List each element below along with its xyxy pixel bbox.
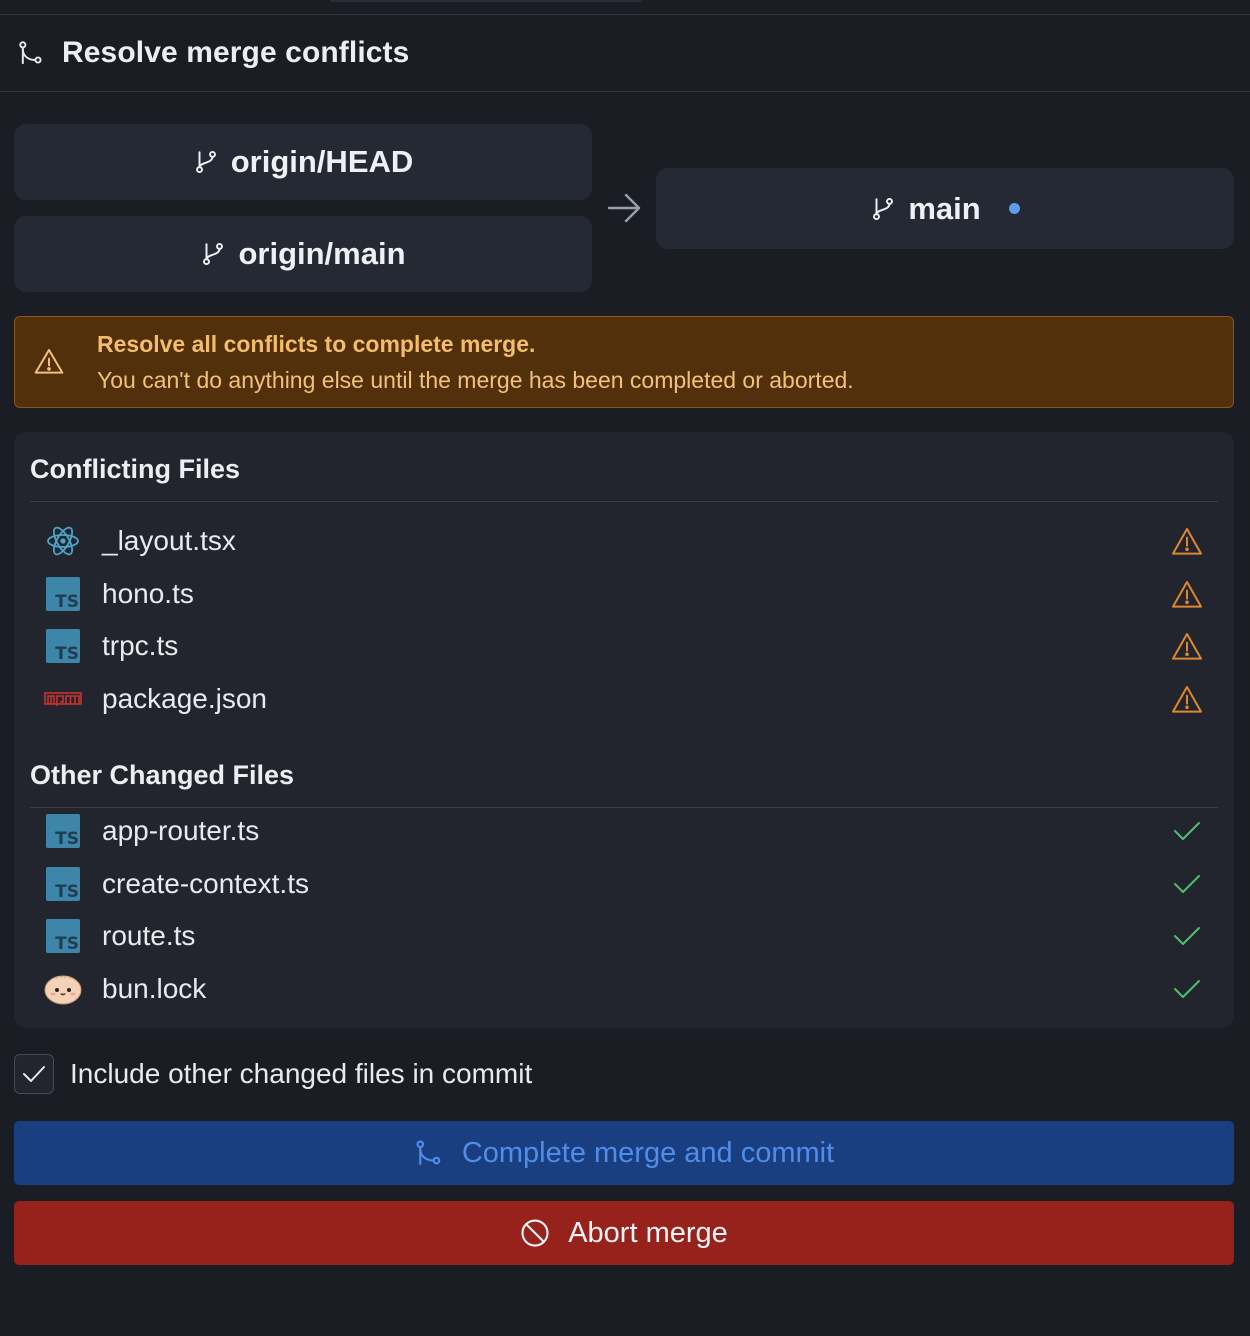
typescript-icon: TS [44,917,82,955]
file-name: _layout.tsx [102,525,236,556]
typescript-icon: TS [44,865,82,903]
divider [30,501,1218,502]
conflict-file-row[interactable]: _layout.tsx [44,521,1204,561]
conflicting-files-title: Conflicting Files [30,454,241,484]
window-top-handle [330,0,642,2]
check-icon [1170,814,1204,848]
branch-label: origin/HEAD [230,144,414,179]
svg-text:TS: TS [55,882,79,901]
git-branch-icon [870,195,898,223]
check-icon [1170,919,1204,953]
file-name: package.json [102,683,268,714]
merge-warning-banner: Resolve all conflicts to complete merge.… [14,316,1234,408]
abort-merge-button[interactable]: Abort merge [14,1201,1234,1265]
svg-text:TS: TS [55,592,79,611]
branch-label: main [908,190,981,226]
check-icon [1170,972,1204,1006]
files-panel: Conflicting Files _layout.tsx TS hono.ts [14,432,1234,1028]
complete-merge-button[interactable]: Complete merge and commit [14,1121,1234,1185]
target-branch-main: main [656,168,1234,249]
other-files-title: Other Changed Files [30,760,295,790]
git-merge-icon [16,38,46,68]
complete-merge-label: Complete merge and commit [461,1136,835,1169]
conflict-warning-icon [1170,629,1204,663]
changed-file-row[interactable]: TS app-router.ts [44,811,1204,851]
panel-header: Resolve merge conflicts [0,14,1250,92]
svg-text:TS: TS [55,934,79,953]
changed-file-row[interactable]: TS route.ts [44,916,1204,956]
page-title: Resolve merge conflicts [62,36,410,69]
changed-file-row[interactable]: bun.lock [44,969,1204,1009]
ban-icon [520,1216,554,1250]
file-name: trpc.ts [102,630,179,661]
conflict-file-row[interactable]: package.json [44,679,1204,719]
arrow-right-icon [607,193,641,223]
include-other-files-label[interactable]: Include other changed files in commit [70,1058,532,1090]
check-icon [1170,867,1204,901]
bun-icon [44,970,82,1008]
git-branch-icon [200,240,228,268]
git-merge-icon [414,1136,448,1170]
checkmark-icon [23,1066,45,1082]
source-branch-origin-head: origin/HEAD [14,124,592,200]
branch-label: origin/main [238,236,406,271]
status-dot [1008,203,1020,214]
conflict-warning-icon [1170,524,1204,558]
file-name: route.ts [102,920,196,951]
svg-text:TS: TS [55,644,79,663]
source-branch-origin-main: origin/main [14,216,592,292]
typescript-icon: TS [44,812,82,850]
abort-merge-label: Abort merge [568,1216,728,1249]
changed-file-row[interactable]: TS create-context.ts [44,864,1204,904]
file-name: bun.lock [102,973,207,1004]
divider [30,807,1218,808]
typescript-icon: TS [44,575,82,613]
npm-icon [44,680,82,718]
warning-icon [34,349,64,374]
include-other-files-checkbox[interactable] [14,1054,54,1094]
warning-message: You can't do anything else until the mer… [97,366,854,393]
git-branch-icon [193,148,221,176]
file-name: app-router.ts [102,815,260,846]
conflict-file-row[interactable]: TS trpc.ts [44,626,1204,666]
file-name: create-context.ts [102,868,309,899]
conflict-warning-icon [1170,682,1204,716]
include-other-files-option[interactable]: Include other changed files in commit [14,1054,532,1094]
typescript-icon: TS [44,627,82,665]
conflict-warning-icon [1170,577,1204,611]
react-icon [44,522,82,560]
file-name: hono.ts [102,578,194,609]
svg-text:TS: TS [55,829,79,848]
conflict-file-row[interactable]: TS hono.ts [44,574,1204,614]
warning-title: Resolve all conflicts to complete merge. [97,330,536,357]
